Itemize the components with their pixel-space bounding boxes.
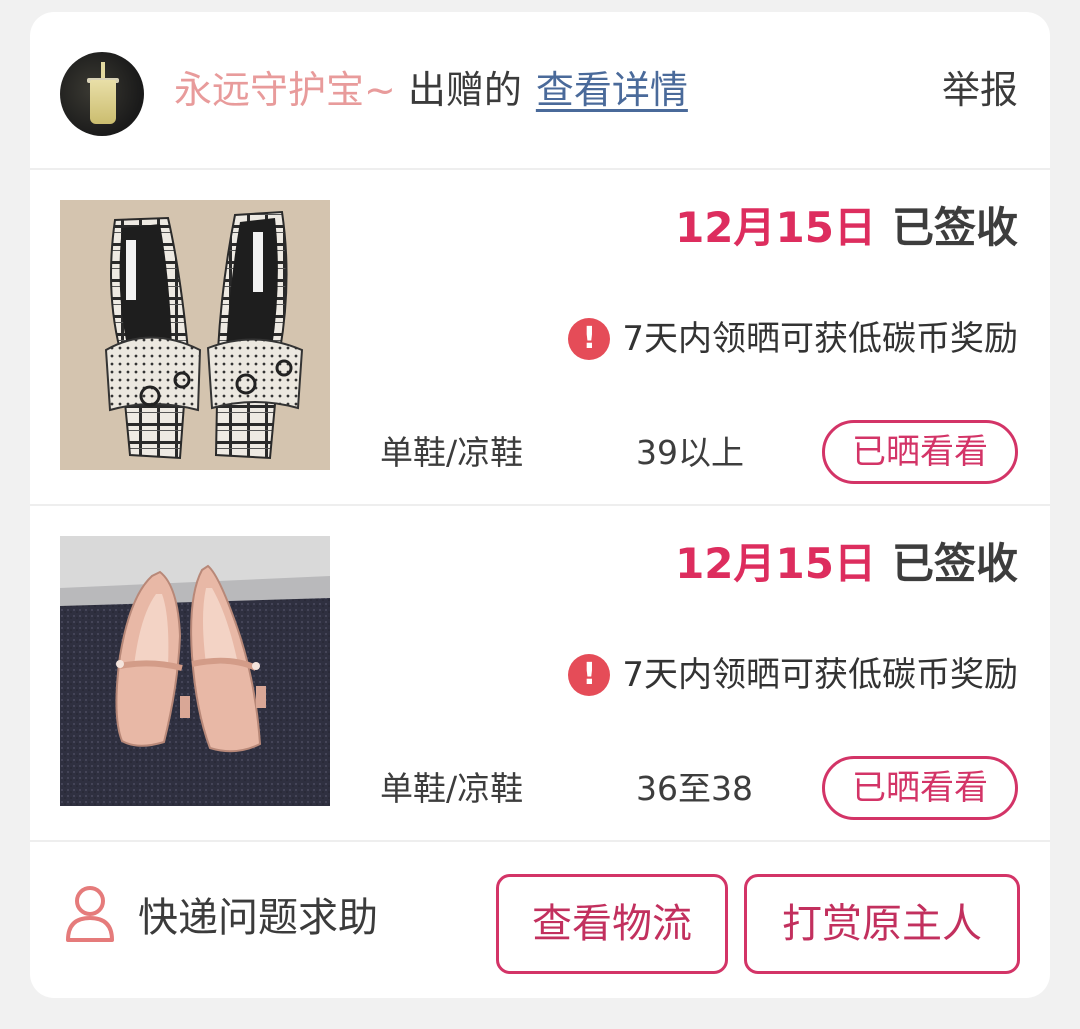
receipt-date: 12月15日	[675, 539, 876, 588]
view-share-button[interactable]: 已晒看看	[822, 756, 1018, 820]
reward-tip-text: 7天内领晒可获低碳币奖励	[622, 319, 1018, 359]
tip-original-owner-button[interactable]: 打赏原主人	[744, 874, 1020, 974]
product-image-pumps[interactable]	[60, 536, 330, 806]
status-label: 已签收	[891, 539, 1018, 588]
item-category: 单鞋/凉鞋	[380, 769, 524, 808]
product-image-sandals[interactable]	[60, 200, 330, 470]
reward-tip-text: 7天内领晒可获低碳币奖励	[622, 655, 1018, 695]
gave-text: 出赠的	[407, 68, 522, 112]
donor-line: 永远守护宝~ 出赠的 查看详情	[174, 62, 688, 118]
status-label: 已签收	[891, 203, 1018, 252]
view-details-link[interactable]: 查看详情	[536, 68, 688, 112]
list-item: 12月15日 已签收 ! 7天内领晒可获低碳币奖励 单鞋/凉鞋 36至38 已晒看…	[30, 506, 1050, 840]
reward-tip: ! 7天内领晒可获低碳币奖励	[568, 652, 1018, 698]
item-size: 36至38	[636, 769, 753, 808]
report-button[interactable]: 举报	[942, 62, 1018, 118]
person-icon	[66, 886, 114, 942]
item-size: 39以上	[636, 433, 744, 472]
exclamation-icon: !	[568, 654, 611, 696]
receipt-status: 12月15日 已签收	[675, 200, 1018, 256]
card-header: 永远守护宝~ 出赠的 查看详情 举报	[30, 12, 1050, 170]
delivery-help-link[interactable]: 快递问题求助	[138, 890, 378, 946]
username[interactable]: 永远守护宝~	[174, 68, 396, 112]
receipt-status: 12月15日 已签收	[675, 536, 1018, 592]
item-category: 单鞋/凉鞋	[380, 433, 524, 472]
card-footer: 快递问题求助 查看物流 打赏原主人	[30, 842, 1050, 998]
receipt-date: 12月15日	[675, 203, 876, 252]
list-item: 12月15日 已签收 ! 7天内领晒可获低碳币奖励 单鞋/凉鞋 39以上 已晒看看	[30, 170, 1050, 504]
exclamation-icon: !	[568, 318, 611, 360]
reward-tip: ! 7天内领晒可获低碳币奖励	[568, 316, 1018, 362]
donation-card: 永远守护宝~ 出赠的 查看详情 举报 12月15日 已签收 ! 7天内领晒可获低…	[30, 12, 1050, 998]
view-logistics-button[interactable]: 查看物流	[496, 874, 728, 974]
avatar[interactable]	[60, 52, 144, 136]
view-share-button[interactable]: 已晒看看	[822, 420, 1018, 484]
